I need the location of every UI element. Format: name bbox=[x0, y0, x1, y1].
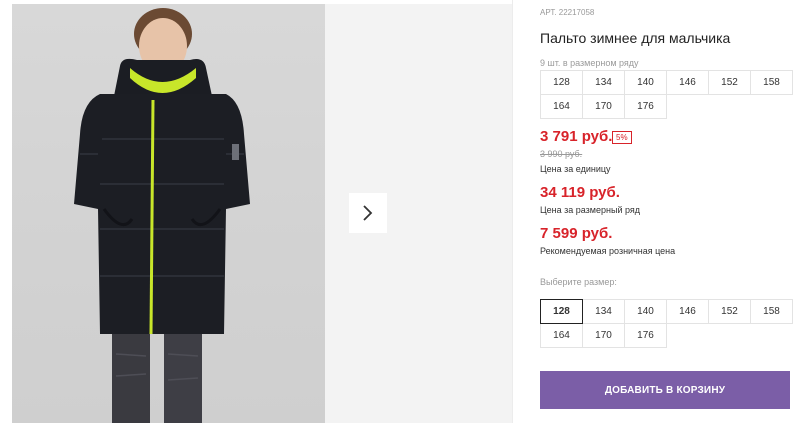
product-info-panel: АРТ. 22217058 Пальто зимнее для мальчика… bbox=[540, 0, 800, 423]
size-option-176[interactable]: 176 bbox=[624, 323, 667, 348]
rrp-price: 7 599 руб. bbox=[540, 225, 613, 242]
product-photo-illustration bbox=[74, 8, 250, 423]
product-gallery bbox=[0, 0, 512, 423]
product-title: Пальто зимнее для мальчика bbox=[540, 30, 731, 46]
pack-note: 9 шт. в размерном ряду bbox=[540, 58, 639, 68]
pack-size-cell: 170 bbox=[582, 94, 625, 119]
size-option-140[interactable]: 140 bbox=[624, 299, 667, 324]
panel-divider bbox=[512, 0, 513, 423]
size-option-164[interactable]: 164 bbox=[540, 323, 583, 348]
old-price: 3 990 руб. bbox=[540, 149, 583, 159]
add-to-cart-button[interactable]: ДОБАВИТЬ В КОРЗИНУ bbox=[540, 371, 790, 409]
pack-size-cell: 128 bbox=[540, 70, 583, 95]
pack-price: 34 119 руб. bbox=[540, 184, 620, 201]
pack-size-cell: 140 bbox=[624, 70, 667, 95]
pack-size-cell: 146 bbox=[666, 70, 709, 95]
pack-size-grid: 128 134 140 146 152 158 164 170 176 bbox=[540, 70, 793, 119]
discount-badge: 5% bbox=[612, 131, 632, 144]
size-option-134[interactable]: 134 bbox=[582, 299, 625, 324]
gallery-next-button[interactable] bbox=[349, 193, 387, 233]
pack-price-label: Цена за размерный ряд bbox=[540, 205, 641, 215]
unit-price: 3 791 руб. bbox=[540, 128, 613, 145]
size-selector: 128 134 140 146 152 158 164 170 176 bbox=[540, 299, 793, 348]
size-option-146[interactable]: 146 bbox=[666, 299, 709, 324]
size-option-128[interactable]: 128 bbox=[540, 299, 583, 324]
rrp-price-label: Рекомендуемая розничная цена bbox=[540, 246, 676, 256]
size-option-152[interactable]: 152 bbox=[708, 299, 751, 324]
product-photo[interactable] bbox=[12, 4, 325, 423]
gallery-gutter bbox=[0, 0, 12, 423]
pack-size-cell: 164 bbox=[540, 94, 583, 119]
size-option-158[interactable]: 158 bbox=[750, 299, 793, 324]
pack-size-cell: 134 bbox=[582, 70, 625, 95]
chevron-right-icon bbox=[363, 205, 373, 221]
pack-size-cell: 158 bbox=[750, 70, 793, 95]
product-sku: АРТ. 22217058 bbox=[540, 8, 595, 17]
size-selector-label: Выберите размер: bbox=[540, 277, 617, 287]
pack-size-cell: 176 bbox=[624, 94, 667, 119]
size-option-170[interactable]: 170 bbox=[582, 323, 625, 348]
unit-price-label: Цена за единицу bbox=[540, 164, 611, 174]
pack-size-cell: 152 bbox=[708, 70, 751, 95]
